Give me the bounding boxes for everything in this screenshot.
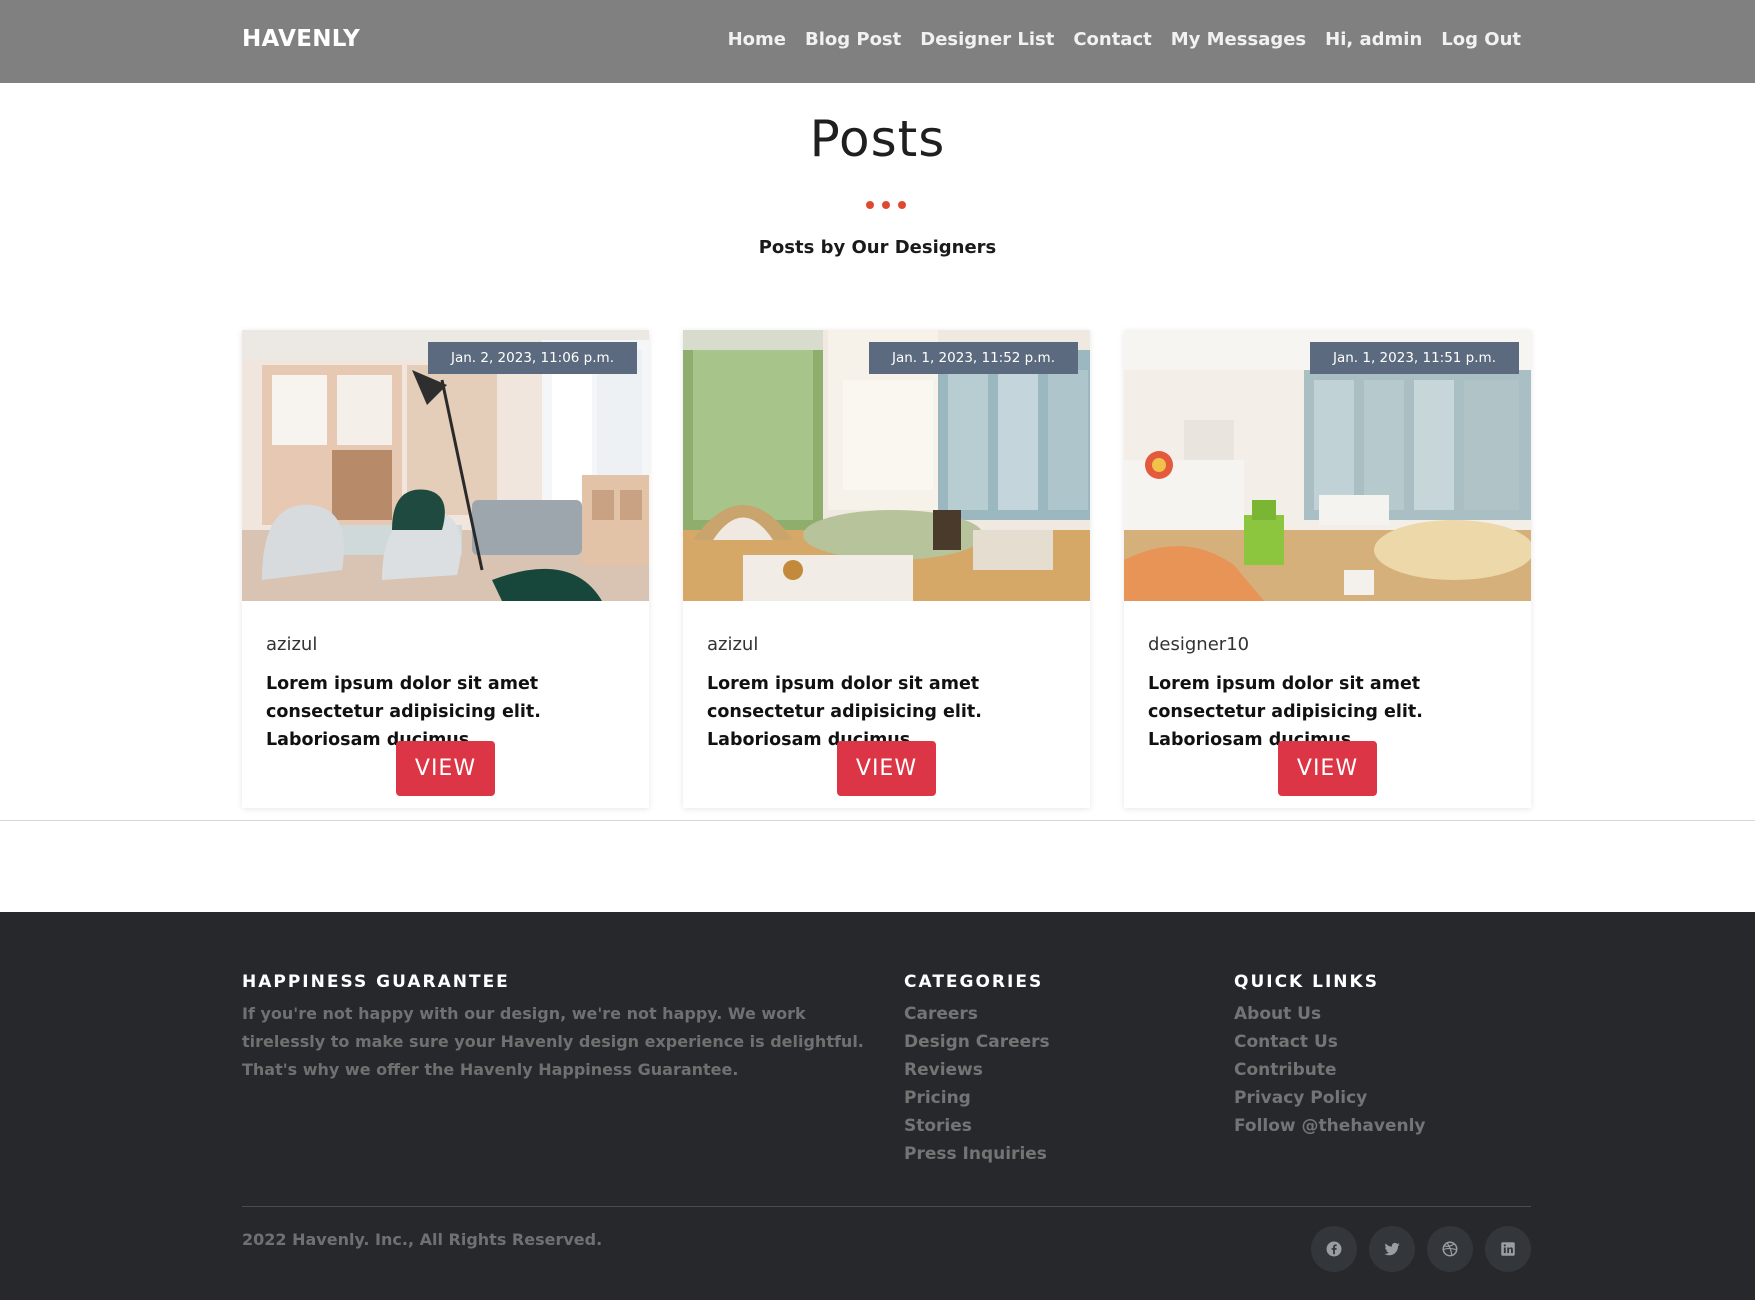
copyright-text: 2022 Havenly. Inc., All Rights Reserved. xyxy=(242,1230,603,1249)
social-links xyxy=(1311,1226,1531,1272)
footer-categories-heading: CATEGORIES xyxy=(904,972,1044,992)
view-post-button[interactable]: VIEW xyxy=(837,741,936,796)
post-author: azizul xyxy=(266,634,318,655)
post-image[interactable]: Jan. 2, 2023, 11:06 p.m. xyxy=(242,330,649,601)
facebook-icon[interactable] xyxy=(1311,1226,1357,1272)
footer-divider xyxy=(242,1206,1531,1207)
post-image[interactable]: Jan. 1, 2023, 11:52 p.m. xyxy=(683,330,1090,601)
main-nav: Home Blog Post Designer List Contact My … xyxy=(728,29,1521,50)
nav-user-greeting[interactable]: Hi, admin xyxy=(1325,29,1422,50)
footer-link-follow[interactable]: Follow @thehavenly xyxy=(1234,1112,1534,1140)
post-card: Jan. 1, 2023, 11:52 p.m. azizul Lorem ip… xyxy=(683,330,1090,808)
linkedin-icon[interactable] xyxy=(1485,1226,1531,1272)
page-subtitle: Posts by Our Designers xyxy=(758,237,997,258)
footer-link-pricing[interactable]: Pricing xyxy=(904,1084,1204,1112)
post-card: Jan. 2, 2023, 11:06 p.m. azizul Lorem ip… xyxy=(242,330,649,808)
dribbble-icon[interactable] xyxy=(1427,1226,1473,1272)
post-date-badge: Jan. 1, 2023, 11:51 p.m. xyxy=(1309,342,1519,374)
nav-home[interactable]: Home xyxy=(728,29,786,50)
footer-categories: CATEGORIES Careers Design Careers Review… xyxy=(904,972,1204,1168)
nav-blog-post[interactable]: Blog Post xyxy=(805,29,901,50)
footer: HAPPINESS GUARANTEE If you're not happy … xyxy=(0,912,1755,1300)
post-date-badge: Jan. 2, 2023, 11:06 p.m. xyxy=(427,342,637,374)
post-cards: Jan. 2, 2023, 11:06 p.m. azizul Lorem ip… xyxy=(242,330,1531,808)
post-card: Jan. 1, 2023, 11:51 p.m. designer10 Lore… xyxy=(1124,330,1531,808)
footer-link-contact-us[interactable]: Contact Us xyxy=(1234,1028,1534,1056)
nav-designer-list[interactable]: Designer List xyxy=(920,29,1054,50)
post-date-badge: Jan. 1, 2023, 11:52 p.m. xyxy=(868,342,1078,374)
post-author: azizul xyxy=(707,634,759,655)
footer-guarantee: HAPPINESS GUARANTEE If you're not happy … xyxy=(242,972,872,1084)
footer-guarantee-heading: HAPPINESS GUARANTEE xyxy=(242,972,510,992)
footer-quick-links: QUICK LINKS About Us Contact Us Contribu… xyxy=(1234,972,1534,1140)
nav-logout[interactable]: Log Out xyxy=(1441,29,1521,50)
view-post-button[interactable]: VIEW xyxy=(1278,741,1377,796)
navbar: HAVENLY Home Blog Post Designer List Con… xyxy=(0,0,1755,83)
footer-link-careers[interactable]: Careers xyxy=(904,1000,1204,1028)
brand-logo[interactable]: HAVENLY xyxy=(242,26,360,52)
footer-quick-links-heading: QUICK LINKS xyxy=(1234,972,1379,992)
footer-link-privacy-policy[interactable]: Privacy Policy xyxy=(1234,1084,1534,1112)
twitter-icon[interactable] xyxy=(1369,1226,1415,1272)
footer-link-stories[interactable]: Stories xyxy=(904,1112,1204,1140)
page-title: Posts xyxy=(809,110,946,168)
footer-link-about-us[interactable]: About Us xyxy=(1234,1000,1534,1028)
footer-link-design-careers[interactable]: Design Careers xyxy=(904,1028,1204,1056)
post-image[interactable]: Jan. 1, 2023, 11:51 p.m. xyxy=(1124,330,1531,601)
nav-my-messages[interactable]: My Messages xyxy=(1171,29,1306,50)
nav-contact[interactable]: Contact xyxy=(1073,29,1151,50)
post-author: designer10 xyxy=(1148,634,1250,655)
footer-link-contribute[interactable]: Contribute xyxy=(1234,1056,1534,1084)
title-dots-divider xyxy=(866,201,906,209)
footer-guarantee-text: If you're not happy with our design, we'… xyxy=(242,1004,864,1079)
section-divider xyxy=(0,820,1755,821)
footer-link-reviews[interactable]: Reviews xyxy=(904,1056,1204,1084)
footer-link-press-inquiries[interactable]: Press Inquiries xyxy=(904,1140,1204,1168)
view-post-button[interactable]: VIEW xyxy=(396,741,495,796)
